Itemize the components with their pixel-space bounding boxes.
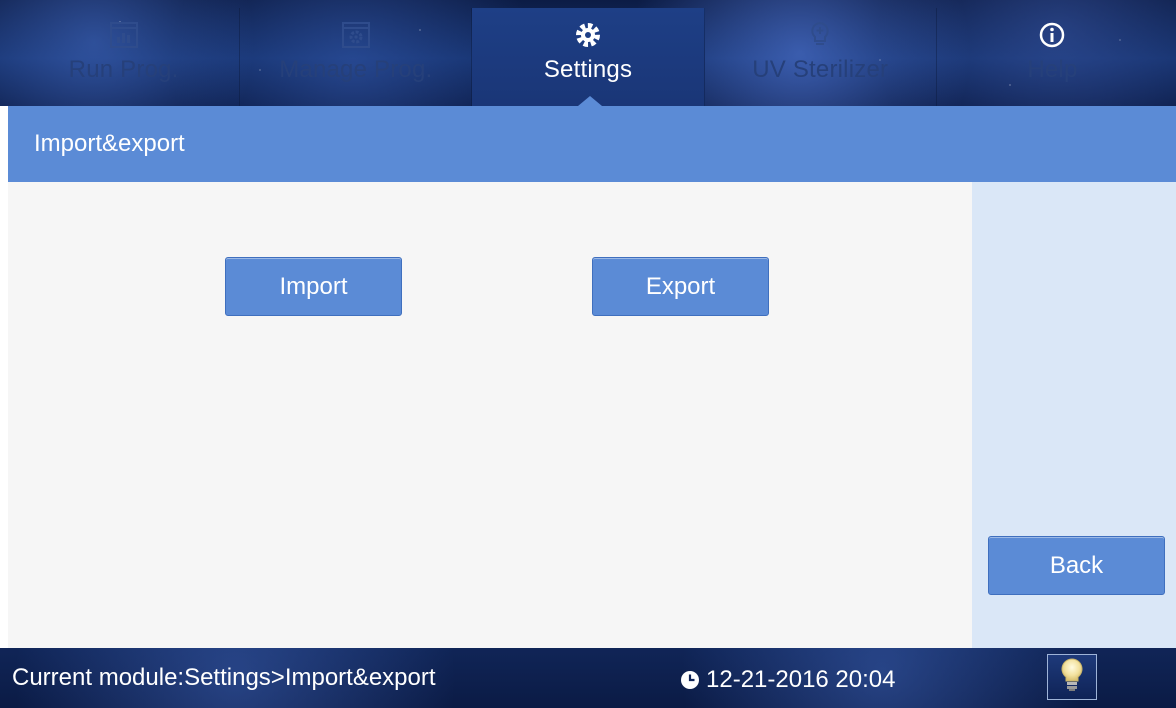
datetime-text: 12-21-2016 20:04 xyxy=(706,666,896,693)
tab-run-program[interactable]: Run Prog. xyxy=(8,8,241,106)
module-tabs: Run Prog. Manage Prog. Settings UV Steri… xyxy=(8,8,1168,106)
tab-manage-program-label: Manage Prog. xyxy=(279,56,433,83)
datetime-display: 12-21-2016 20:04 xyxy=(680,666,896,694)
current-module-text: Current module:Settings>Import&export xyxy=(12,664,436,691)
tab-settings[interactable]: Settings xyxy=(472,8,705,106)
light-bulb-icon xyxy=(1059,657,1085,698)
tab-run-program-label: Run Prog. xyxy=(68,56,179,83)
tab-help[interactable]: Help xyxy=(937,8,1168,106)
active-tab-indicator xyxy=(578,96,602,106)
top-navigation-bar: Run Prog. Manage Prog. Settings UV Steri… xyxy=(0,0,1176,106)
tab-uv-sterilizer-label: UV Sterilizer xyxy=(752,56,889,83)
clock-icon xyxy=(680,670,700,690)
main-content xyxy=(8,182,972,648)
import-button[interactable]: Import xyxy=(225,257,402,316)
manage-program-gear-icon xyxy=(341,18,371,52)
lamp-toggle-button[interactable] xyxy=(1047,654,1097,700)
tab-uv-sterilizer[interactable]: UV Sterilizer xyxy=(705,8,937,106)
back-button[interactable]: Back xyxy=(988,536,1165,595)
tab-help-label: Help xyxy=(1027,56,1078,83)
gear-icon xyxy=(573,18,603,52)
run-program-chart-icon xyxy=(109,18,139,52)
info-icon xyxy=(1037,18,1067,52)
export-button[interactable]: Export xyxy=(592,257,769,316)
tab-manage-program[interactable]: Manage Prog. xyxy=(240,8,473,106)
page-title: Import&export xyxy=(34,130,185,157)
uv-bulb-icon xyxy=(805,18,835,52)
status-bar: Current module:Settings>Import&export 12… xyxy=(0,648,1176,708)
page-title-bar: Import&export xyxy=(8,106,1176,182)
left-edge xyxy=(0,106,8,648)
tab-settings-label: Settings xyxy=(543,56,633,83)
